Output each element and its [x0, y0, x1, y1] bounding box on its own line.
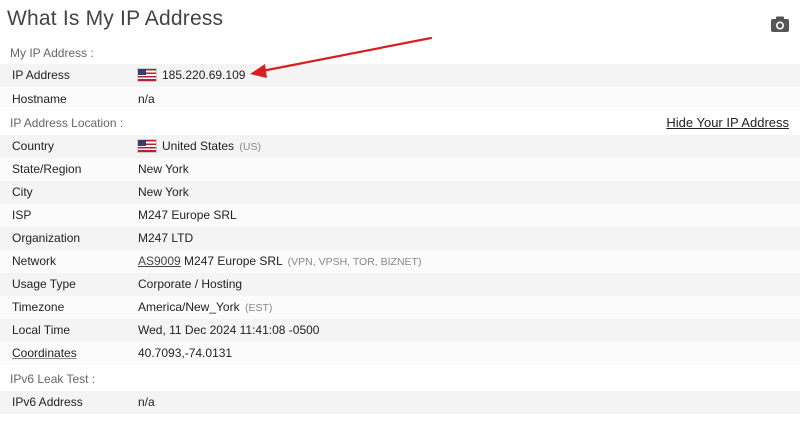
country-name: United States	[162, 139, 235, 153]
ip-address-label: IP Address	[12, 68, 70, 82]
table-row-state: State/Region New York	[0, 158, 800, 181]
page-title: What Is My IP Address	[7, 7, 224, 30]
ip-address-value: 185.220.69.109	[138, 68, 245, 82]
timezone-abbr: (EST)	[244, 302, 273, 314]
organization-value: M247 LTD	[138, 231, 194, 245]
table-row-ip-address: IP Address 185.220.69.109	[0, 64, 800, 87]
country-label: Country	[12, 139, 55, 153]
organization-label: Organization	[12, 231, 81, 245]
state-label: State/Region	[12, 162, 82, 176]
timezone-value: America/New_York (EST)	[138, 300, 272, 314]
country-value: United States (US)	[138, 139, 261, 153]
coordinates-link[interactable]: Coordinates	[12, 346, 77, 360]
table-row-timezone: Timezone America/New_York (EST)	[0, 296, 800, 319]
section-label-ipv6: IPv6 Leak Test :	[10, 372, 96, 386]
table-row-country: Country United States (US)	[0, 135, 800, 158]
network-value: AS9009 M247 Europe SRL (VPN, VPSH, TOR, …	[138, 254, 421, 268]
hostname-value: n/a	[138, 92, 155, 106]
table-row-city: City New York	[0, 181, 800, 204]
table-row-isp: ISP M247 Europe SRL	[0, 204, 800, 227]
usage-type-label: Usage Type	[12, 277, 76, 291]
city-value: New York	[138, 185, 189, 199]
country-code: (US)	[239, 141, 261, 153]
local-time-value: Wed, 11 Dec 2024 11:41:08 -0500	[138, 323, 320, 337]
section-label-my-ip: My IP Address :	[10, 46, 94, 60]
ipv6-value: n/a	[138, 395, 155, 409]
network-label: Network	[12, 254, 57, 268]
section-label-location: IP Address Location :	[10, 116, 124, 130]
table-row-hostname: Hostname n/a	[0, 88, 800, 111]
isp-label: ISP	[12, 208, 32, 222]
camera-icon[interactable]	[770, 15, 790, 33]
city-label: City	[12, 185, 33, 199]
ipv6-label: IPv6 Address	[12, 395, 83, 409]
section-my-ip: My IP Address :	[0, 42, 800, 64]
us-flag-icon	[138, 140, 156, 152]
us-flag-icon	[138, 69, 156, 81]
table-row-coordinates: Coordinates 40.7093,-74.0131	[0, 342, 800, 365]
table-row-network: Network AS9009 M247 Europe SRL (VPN, VPS…	[0, 250, 800, 273]
network-tags: (VPN, VPSH, TOR, BIZNET)	[287, 256, 422, 268]
timezone-label: Timezone	[12, 300, 65, 314]
section-ipv6: IPv6 Leak Test :	[0, 368, 800, 390]
hide-ip-link[interactable]: Hide Your IP Address	[666, 115, 789, 130]
table-row-local-time: Local Time Wed, 11 Dec 2024 11:41:08 -05…	[0, 319, 800, 342]
hostname-label: Hostname	[12, 92, 67, 106]
asn-link[interactable]: AS9009	[138, 254, 181, 268]
coordinates-value: 40.7093,-74.0131	[138, 346, 233, 360]
state-value: New York	[138, 162, 189, 176]
table-row-organization: Organization M247 LTD	[0, 227, 800, 250]
usage-type-value: Corporate / Hosting	[138, 277, 243, 291]
local-time-label: Local Time	[12, 323, 71, 337]
table-row-ipv6: IPv6 Address n/a	[0, 391, 800, 414]
isp-value: M247 Europe SRL	[138, 208, 237, 222]
network-name: M247 Europe SRL	[184, 254, 283, 268]
section-location: IP Address Location : Hide Your IP Addre…	[0, 112, 800, 134]
table-row-usage-type: Usage Type Corporate / Hosting	[0, 273, 800, 296]
timezone-name: America/New_York	[138, 300, 240, 314]
ip-address-text: 185.220.69.109	[162, 68, 246, 82]
